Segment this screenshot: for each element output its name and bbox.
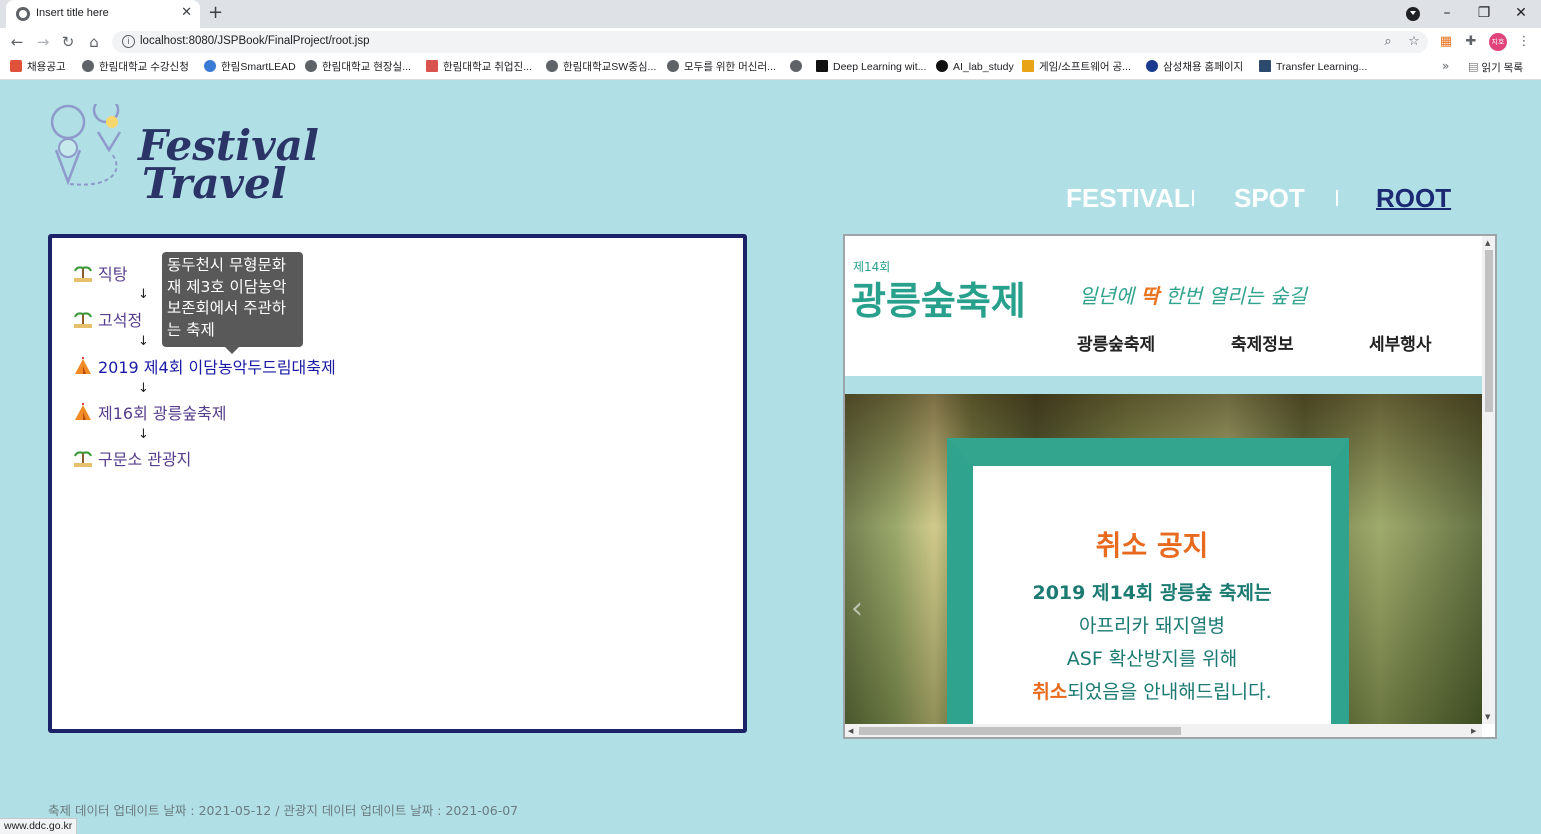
pencil-icon — [10, 60, 22, 72]
preview-slogan: 일년에 딱 한번 열리는 숲길 — [1079, 284, 1307, 308]
restore-button[interactable]: ❐ — [1474, 3, 1494, 23]
notice-line: 2019 제14회 광릉숲 축제는 — [1032, 582, 1272, 604]
bookmark-item[interactable] — [790, 60, 807, 74]
site-logo[interactable]: Festival Travel — [46, 104, 319, 208]
page-icon — [1259, 60, 1271, 72]
bookmark-item[interactable]: 채용공고 — [10, 60, 66, 74]
reload-button[interactable]: ↻ — [58, 32, 78, 52]
smartlead-icon — [204, 60, 216, 72]
close-window-button[interactable]: ✕ — [1511, 3, 1531, 23]
preview-menu-festival[interactable]: 광릉숲축제 — [1077, 330, 1155, 355]
globe-icon — [16, 7, 30, 21]
route-arrow: ↓ — [138, 381, 149, 396]
data-update-footer: 축제 데이터 업데이트 날짜 : 2021-05-12 / 관광지 데이터 업데… — [48, 803, 519, 818]
route-item-spot[interactable]: 직탕 — [74, 264, 127, 285]
scroll-right-icon[interactable]: ▶ — [1471, 726, 1476, 736]
bookmark-item[interactable]: 삼성채용 홈페이지 — [1146, 60, 1243, 74]
tab-title: Insert title here — [36, 7, 109, 19]
globe-icon — [82, 60, 94, 72]
nav-divider — [1336, 190, 1338, 206]
scroll-up-icon[interactable]: ▲ — [1485, 238, 1490, 248]
bookmark-item[interactable]: 한림SmartLEAD — [204, 60, 296, 74]
bookmark-item[interactable]: 한림대학교 수강신청 — [82, 60, 189, 74]
bar-chart-icon — [426, 60, 438, 72]
bookmark-item[interactable]: 한림대학교 현장실... — [305, 60, 411, 74]
back-button[interactable]: ← — [7, 32, 27, 52]
tab-search-icon[interactable] — [1406, 7, 1420, 21]
route-item-spot[interactable]: 고석정 — [74, 310, 142, 331]
bookmark-item[interactable]: Deep Learning wit... — [816, 60, 926, 74]
scroll-down-icon[interactable]: ▼ — [1485, 712, 1490, 722]
bookmark-item[interactable]: 게임/소프트웨어 공... — [1022, 60, 1131, 74]
beach-icon — [74, 310, 92, 328]
nav-divider — [1192, 190, 1194, 206]
bookmarks-overflow-icon[interactable]: » — [1442, 59, 1449, 73]
route-arrow: ↓ — [138, 287, 149, 302]
logo-text-travel: Travel — [142, 159, 287, 208]
notice-line: 취소되었음을 안내해드립니다. — [1032, 681, 1272, 703]
tent-icon — [74, 403, 92, 421]
preview-menu-info[interactable]: 축제정보 — [1231, 330, 1294, 355]
route-arrow: ↓ — [138, 334, 149, 349]
beach-icon — [74, 264, 92, 282]
route-arrow: ↓ — [138, 427, 149, 442]
map-pin-icon — [50, 104, 122, 186]
browser-tab-strip — [0, 0, 1541, 28]
zoom-icon[interactable]: ⌕ — [1379, 33, 1397, 51]
preview-divider-strip — [845, 376, 1482, 394]
route-item-festival[interactable]: 2019 제4회 이담농악두드림대축제 — [74, 357, 336, 378]
reading-list-button[interactable]: ▤ 읽기 목록 — [1468, 60, 1523, 75]
horizontal-scroll-thumb[interactable] — [859, 727, 1181, 735]
top-navigation: FESTIVAL SPOT ROOT — [1040, 180, 1480, 220]
minimize-button[interactable]: – — [1437, 3, 1457, 23]
profile-avatar[interactable]: 지호 — [1489, 33, 1507, 51]
scroll-left-icon[interactable]: ◀ — [848, 726, 853, 736]
route-panel: 직탕 ↓ 고석정 ↓ 2019 제4회 이담농악두드림대축제 ↓ 제16회 광릉… — [48, 234, 747, 733]
notice-title: 취소 공지 — [1095, 529, 1209, 562]
home-button[interactable]: ⌂ — [84, 32, 104, 52]
extensions-puzzle-icon[interactable]: ✚ — [1462, 33, 1480, 51]
browser-tab[interactable]: Insert title here ✕ — [6, 0, 200, 28]
url-text[interactable]: localhost:8080/JSPBook/FinalProject/root… — [140, 35, 369, 47]
reading-list-icon: ▤ — [1468, 62, 1482, 74]
menu-kebab-icon[interactable]: ⋮ — [1515, 33, 1533, 51]
globe-icon — [667, 60, 679, 72]
nav-root[interactable]: ROOT — [1376, 180, 1451, 216]
bookmark-star-icon[interactable]: ☆ — [1405, 33, 1423, 51]
notice-line: ASF 확산방지를 위해 — [1066, 648, 1238, 670]
bookmark-item[interactable]: 모두를 위한 머신러... — [667, 60, 776, 74]
status-bar-url: www.ddc.go.kr — [0, 818, 78, 834]
notice-line: 아프리카 돼지열병 — [1079, 615, 1225, 637]
bookmark-item[interactable]: 한림대학교SW중심... — [546, 60, 656, 74]
cancel-notice-card: 취소 공지 2019 제14회 광릉숲 축제는 아프리카 돼지열병 ASF 확산… — [947, 438, 1349, 724]
globe-icon — [546, 60, 558, 72]
bookmark-item[interactable]: 한림대학교 취업진... — [426, 60, 532, 74]
w-icon — [1022, 60, 1034, 72]
festival-preview-frame[interactable]: 제14회 광릉숲축제 일년에 딱 한번 열리는 숲길 광릉숲축제 축제정보 세부… — [843, 234, 1497, 739]
preview-logo[interactable]: 광릉숲축제 — [851, 270, 1026, 325]
route-tooltip: 동두천시 무형문화재 제3호 이담농악보존회에서 주관하는 축제 — [162, 252, 303, 354]
site-info-icon[interactable]: i — [122, 35, 135, 48]
globe-icon — [305, 60, 317, 72]
slide-prev-icon[interactable]: ‹ — [851, 594, 863, 624]
forward-button[interactable]: → — [33, 32, 53, 52]
route-item-spot[interactable]: 구문소 관광지 — [74, 449, 191, 470]
nav-spot[interactable]: SPOT — [1234, 180, 1305, 216]
extension-grid-icon[interactable]: ▦ — [1437, 33, 1455, 51]
globe-icon — [790, 60, 802, 72]
route-item-festival[interactable]: 제16회 광릉숲축제 — [74, 403, 227, 424]
preview-menu-events[interactable]: 세부행사 — [1369, 330, 1432, 355]
github-icon — [936, 60, 948, 72]
nav-festival[interactable]: FESTIVAL — [1066, 180, 1190, 216]
bookmark-item[interactable]: AI_lab_study — [936, 60, 1014, 74]
bookmark-item[interactable]: Transfer Learning... — [1259, 60, 1367, 74]
new-tab-button[interactable]: + — [208, 3, 223, 23]
vertical-scroll-thumb[interactable] — [1485, 250, 1493, 412]
beach-icon — [74, 449, 92, 467]
tent-icon — [74, 357, 92, 375]
close-tab-icon[interactable]: ✕ — [181, 5, 192, 21]
samsung-icon — [1146, 60, 1158, 72]
medium-icon — [816, 60, 828, 72]
